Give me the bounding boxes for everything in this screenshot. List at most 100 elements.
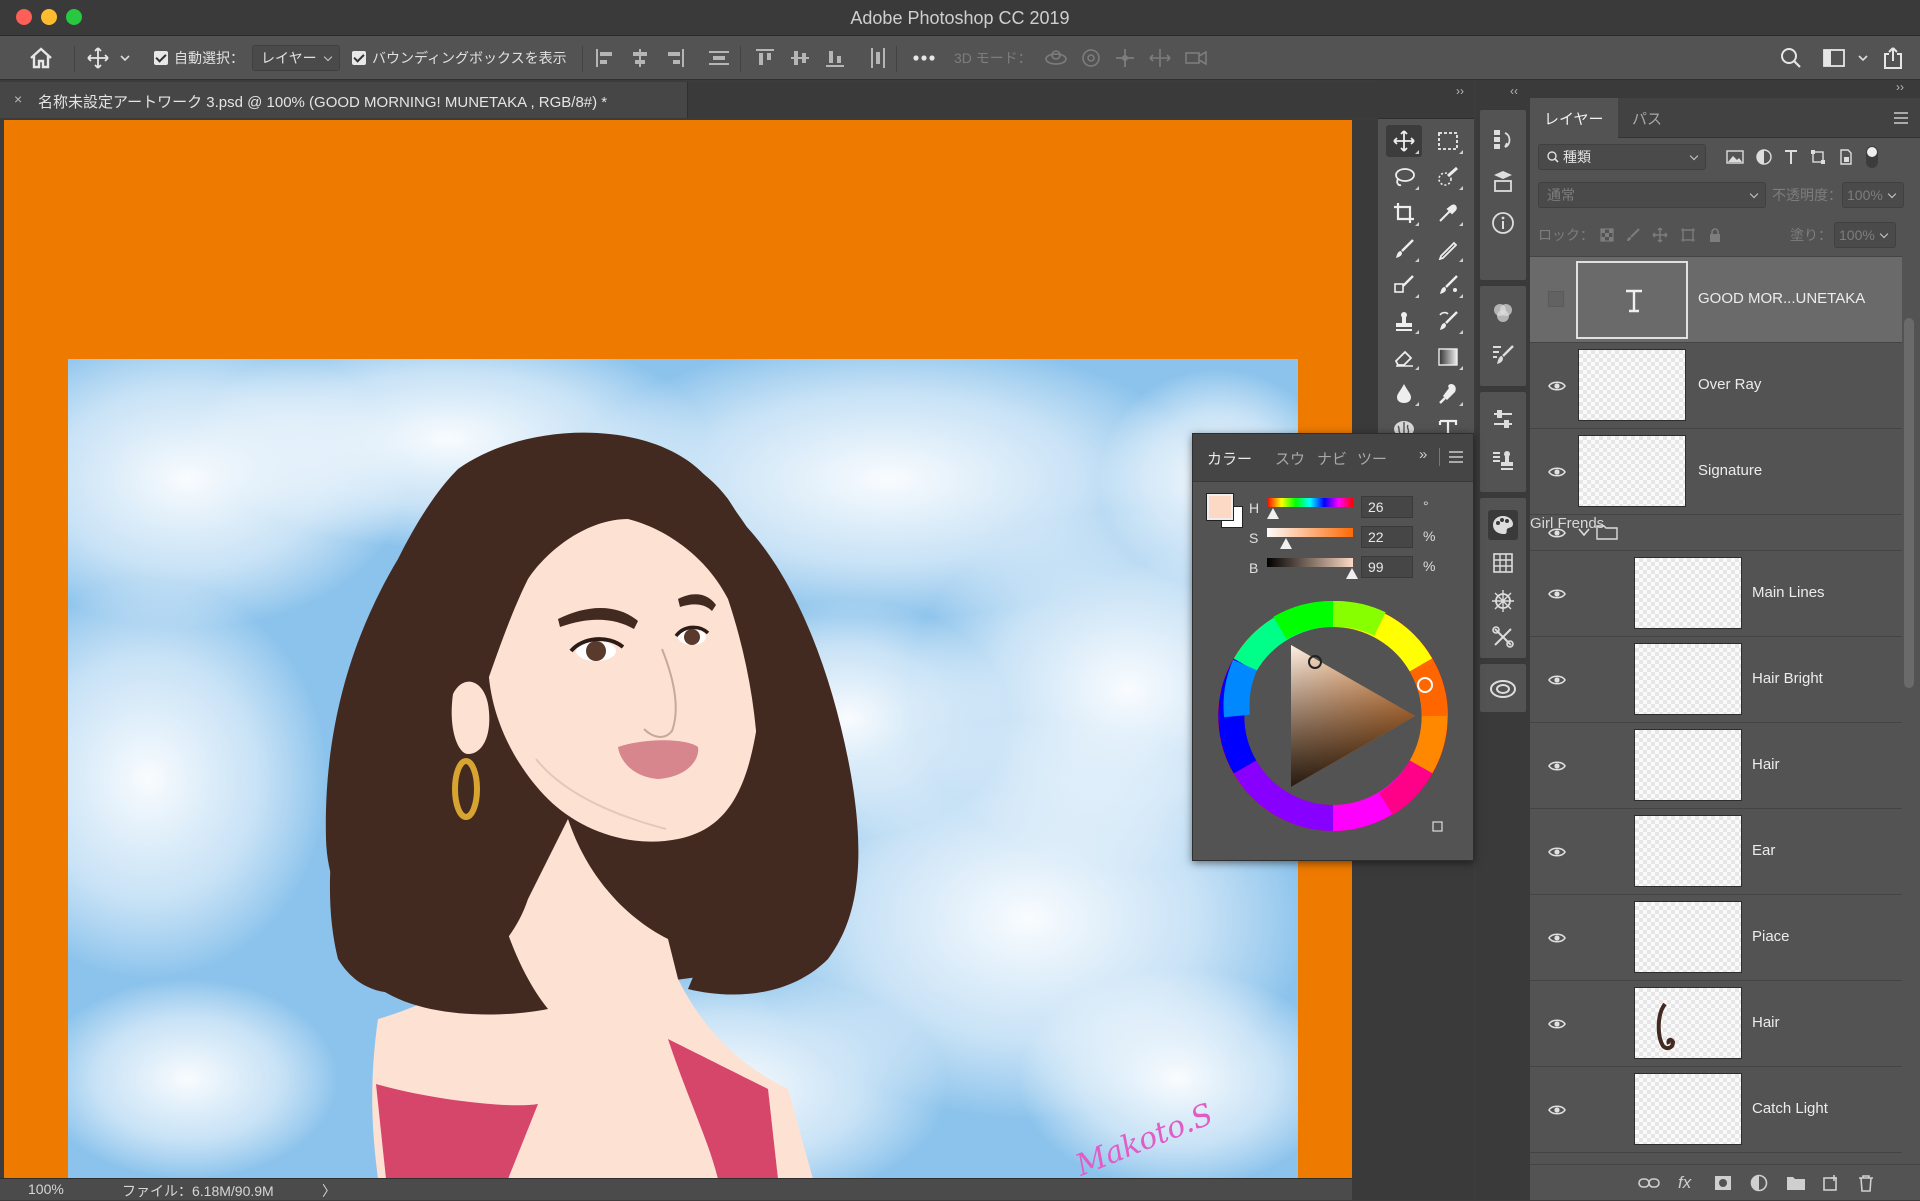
tab-paths[interactable]: パス — [1618, 98, 1676, 138]
filter-smart-object-icon[interactable] — [1838, 149, 1854, 165]
share-button[interactable] — [1882, 36, 1904, 80]
fill-field[interactable]: 100% — [1834, 222, 1896, 248]
eyedropper-tool[interactable] — [1430, 197, 1466, 229]
more-tabs-icon[interactable]: » — [1419, 446, 1427, 463]
filter-type-icon[interactable] — [1784, 149, 1798, 165]
tab-navigator[interactable]: ナビ — [1317, 448, 1347, 469]
tab-layers[interactable]: レイヤー — [1530, 98, 1618, 138]
gradient-tool[interactable] — [1430, 341, 1466, 373]
search-button[interactable] — [1780, 36, 1802, 80]
auto-select-target-dropdown[interactable]: レイヤー — [252, 45, 340, 71]
brightness-slider-thumb[interactable] — [1346, 568, 1359, 579]
status-menu-arrow[interactable]: 〉 — [322, 1181, 336, 1201]
distribute-horizontal-icon[interactable] — [867, 46, 889, 70]
canvas-area[interactable]: Makoto.S — [4, 120, 1352, 1179]
blur-tool[interactable] — [1386, 377, 1422, 409]
more-options-button[interactable] — [912, 36, 936, 80]
brush-tool[interactable] — [1386, 233, 1422, 265]
tab-swatches[interactable]: スウ — [1275, 448, 1305, 469]
filter-toggle[interactable] — [1866, 146, 1878, 168]
distribute-vertical-icon[interactable] — [707, 47, 731, 69]
zoom-level[interactable]: 100% — [28, 1181, 64, 1197]
hue-value-field[interactable]: 26 — [1361, 496, 1413, 518]
link-layers-icon[interactable] — [1638, 1176, 1660, 1190]
artwork-canvas[interactable]: Makoto.S — [68, 359, 1298, 1179]
layer-row[interactable]: Hair — [1530, 723, 1902, 809]
layer-row[interactable]: Ear — [1530, 809, 1902, 895]
pencil-tool[interactable] — [1430, 233, 1466, 265]
expand-panels-icon[interactable]: ‹‹ — [1510, 84, 1518, 98]
mixer-brush-tool[interactable] — [1430, 269, 1466, 301]
align-vcenter-icon[interactable] — [789, 47, 811, 69]
foreground-color-swatch[interactable] — [1207, 494, 1233, 520]
show-bbox-checkbox[interactable] — [352, 51, 366, 65]
move-tool-preset-picker[interactable] — [86, 36, 130, 80]
channels-panel-button[interactable] — [1488, 298, 1518, 328]
out-of-gamut-icon[interactable] — [1432, 821, 1443, 832]
swatches-panel-button[interactable] — [1488, 548, 1518, 578]
navigator-panel-button[interactable] — [1488, 586, 1518, 616]
lock-all-icon[interactable] — [1708, 227, 1722, 243]
panel-menu-icon[interactable] — [1894, 112, 1908, 124]
eraser-tool[interactable] — [1386, 341, 1422, 373]
color-wheel[interactable] — [1215, 598, 1451, 834]
align-bottom-icon[interactable] — [824, 47, 846, 69]
history-brush-tool[interactable] — [1430, 305, 1466, 337]
brightness-value-field[interactable]: 99 — [1361, 556, 1413, 578]
tab-color[interactable]: カラー — [1207, 448, 1252, 469]
eye-icon[interactable] — [1548, 1103, 1566, 1117]
tab-tool-presets[interactable]: ツー — [1357, 448, 1387, 469]
brightness-slider[interactable] — [1267, 558, 1353, 567]
stamp-tool[interactable] — [1386, 305, 1422, 337]
collapse-tools-icon[interactable]: ›› — [1456, 84, 1464, 98]
filter-kind-dropdown[interactable]: 種類 — [1538, 144, 1706, 170]
add-mask-icon[interactable] — [1714, 1175, 1732, 1191]
crop-tool[interactable] — [1386, 197, 1422, 229]
trash-icon[interactable] — [1858, 1174, 1874, 1192]
filter-adjustment-icon[interactable] — [1756, 149, 1772, 165]
lock-transparent-icon[interactable] — [1600, 228, 1614, 242]
visibility-toggle-off[interactable] — [1548, 291, 1564, 307]
align-left-icon[interactable] — [594, 47, 616, 69]
layer-row[interactable]: Signature — [1530, 429, 1902, 515]
eye-icon[interactable] — [1548, 845, 1566, 859]
opacity-field[interactable]: 100% — [1842, 182, 1904, 208]
move-tool[interactable] — [1386, 125, 1422, 157]
3d-panel-button[interactable] — [1488, 166, 1518, 196]
eye-icon[interactable] — [1548, 526, 1566, 540]
new-group-icon[interactable] — [1786, 1175, 1806, 1191]
filter-pixel-icon[interactable] — [1726, 150, 1744, 164]
layer-group-row[interactable]: Girl Frends — [1530, 515, 1902, 551]
quick-selection-tool[interactable] — [1430, 161, 1466, 193]
lock-position-icon[interactable] — [1652, 227, 1668, 243]
libraries-panel-button[interactable] — [1488, 673, 1518, 703]
layer-row[interactable]: Hair — [1530, 981, 1902, 1067]
lock-artboard-icon[interactable] — [1680, 227, 1696, 243]
new-layer-icon[interactable] — [1822, 1174, 1840, 1192]
hue-slider-thumb[interactable] — [1267, 508, 1280, 519]
adjustment-layer-icon[interactable] — [1750, 1174, 1768, 1192]
eye-icon[interactable] — [1548, 1017, 1566, 1031]
document-tab[interactable]: × 名称未設定アートワーク 3.psd @ 100% (GOOD MORNING… — [0, 82, 688, 118]
layers-scrollbar[interactable] — [1904, 318, 1914, 688]
saturation-slider-thumb[interactable] — [1279, 538, 1292, 549]
eye-icon[interactable] — [1548, 465, 1566, 479]
filter-shape-icon[interactable] — [1810, 149, 1826, 165]
auto-select-checkbox[interactable] — [154, 51, 168, 65]
clone-source-panel-button[interactable] — [1488, 446, 1518, 476]
color-panel-button[interactable] — [1488, 510, 1518, 540]
saturation-slider[interactable] — [1267, 528, 1353, 537]
saturation-value-field[interactable]: 22 — [1361, 526, 1413, 548]
align-top-icon[interactable] — [754, 47, 776, 69]
blend-mode-dropdown[interactable]: 通常 — [1538, 182, 1766, 208]
dodge-tool[interactable] — [1430, 377, 1466, 409]
eye-icon[interactable] — [1548, 587, 1566, 601]
layer-style-fx-icon[interactable]: fx — [1678, 1173, 1691, 1193]
history-panel-button[interactable] — [1488, 124, 1518, 154]
layer-row[interactable]: GOOD MOR...UNETAKA — [1530, 257, 1902, 343]
close-tab-icon[interactable]: × — [14, 91, 22, 107]
layer-row[interactable]: Main Lines — [1530, 551, 1902, 637]
chevron-down-icon[interactable] — [1578, 527, 1590, 537]
align-hcenter-icon[interactable] — [629, 47, 651, 69]
lasso-tool[interactable] — [1386, 161, 1422, 193]
